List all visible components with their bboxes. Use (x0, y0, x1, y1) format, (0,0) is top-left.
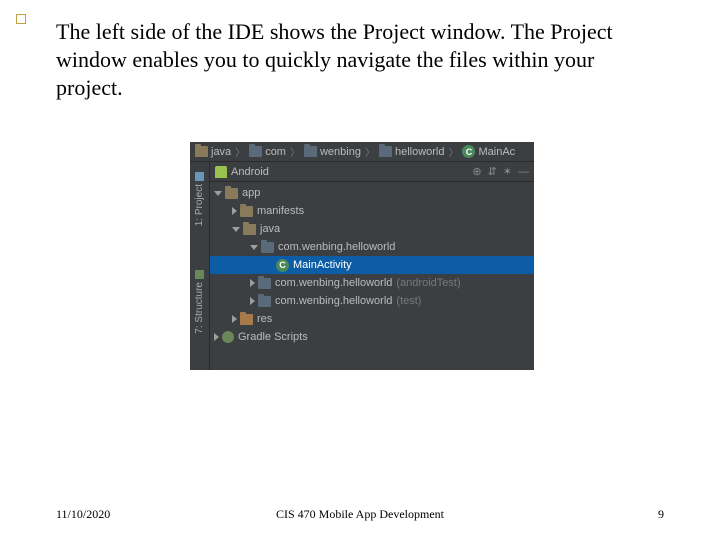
breadcrumb-item[interactable]: helloworld (377, 146, 447, 158)
tree-node-package[interactable]: com.wenbing.helloworld (androidTest) (210, 274, 534, 292)
tree-label: Gradle Scripts (238, 331, 308, 343)
tree-label: com.wenbing.helloworld (275, 277, 392, 289)
tree-label: app (242, 187, 260, 199)
slide-footer: 11/10/2020 CIS 470 Mobile App Developmen… (56, 507, 664, 522)
tree-node-mainactivity[interactable]: C MainActivity (210, 256, 534, 274)
folder-icon (240, 206, 253, 217)
tool-window-strip: 1: Project 7: Structure (190, 162, 210, 370)
accent-square (16, 14, 26, 24)
package-icon (258, 278, 271, 289)
collapse-icon[interactable]: ⇵ (488, 165, 497, 178)
tree-label-suffix: (androidTest) (396, 277, 460, 289)
tree-label: com.wenbing.helloworld (275, 295, 392, 307)
panel-view-selector[interactable]: Android (231, 166, 269, 178)
breadcrumb-label: java (211, 146, 231, 158)
tool-tab-structure[interactable]: 7: Structure (194, 270, 205, 334)
breadcrumb-label: com (265, 146, 286, 158)
expand-icon[interactable] (250, 245, 258, 250)
breadcrumb-item[interactable]: wenbing (302, 146, 363, 158)
tree-node-manifests[interactable]: manifests (210, 202, 534, 220)
chevron-right-icon: 〉 (290, 144, 300, 159)
module-icon (225, 188, 238, 199)
tree-label: MainActivity (293, 259, 352, 271)
hide-icon[interactable]: — (518, 166, 529, 178)
breadcrumb-label: wenbing (320, 146, 361, 158)
expand-icon[interactable] (214, 333, 219, 341)
folder-icon (195, 146, 208, 157)
chevron-right-icon: 〉 (448, 144, 458, 159)
tree-label-suffix: (test) (396, 295, 421, 307)
target-icon[interactable]: ⊕ (472, 165, 481, 178)
tree-label: manifests (257, 205, 304, 217)
package-icon (258, 296, 271, 307)
tool-tab-project[interactable]: 1: Project (194, 172, 205, 226)
chevron-right-icon: 〉 (365, 144, 375, 159)
tree-node-app[interactable]: app (210, 184, 534, 202)
tool-tab-label: 1: Project (194, 184, 205, 226)
package-icon (261, 242, 274, 253)
expand-icon[interactable] (250, 297, 255, 305)
tool-tab-label: 7: Structure (194, 282, 205, 334)
tree-node-res[interactable]: res (210, 310, 534, 328)
breadcrumb-item[interactable]: com (247, 146, 288, 158)
tree-node-java[interactable]: java (210, 220, 534, 238)
breadcrumb-item[interactable]: CMainAc (460, 145, 517, 158)
breadcrumb-label: helloworld (395, 146, 445, 158)
project-tree: app manifests java com.wenbing.helloworl… (210, 182, 534, 370)
tree-label: com.wenbing.helloworld (278, 241, 395, 253)
gradle-icon (222, 331, 234, 343)
folder-icon (243, 224, 256, 235)
gear-icon[interactable]: ✶ (503, 165, 512, 178)
expand-icon[interactable] (214, 191, 222, 196)
project-panel-header: Android ⊕ ⇵ ✶ — (210, 162, 534, 182)
class-icon: C (276, 259, 289, 272)
folder-icon (249, 146, 262, 157)
chevron-right-icon: 〉 (235, 144, 245, 159)
ide-screenshot: java 〉 com 〉 wenbing 〉 helloworld 〉 CMai… (190, 142, 534, 370)
expand-icon[interactable] (232, 227, 240, 232)
breadcrumb-item[interactable]: java (193, 146, 233, 158)
class-icon: C (462, 145, 475, 158)
folder-icon (304, 146, 317, 157)
tree-label: java (260, 223, 280, 235)
tree-node-package[interactable]: com.wenbing.helloworld (test) (210, 292, 534, 310)
expand-icon[interactable] (250, 279, 255, 287)
breadcrumb-label: MainAc (478, 146, 515, 158)
android-icon (215, 166, 227, 178)
project-icon (195, 172, 204, 181)
folder-icon (379, 146, 392, 157)
tree-node-package[interactable]: com.wenbing.helloworld (210, 238, 534, 256)
tree-label: res (257, 313, 272, 325)
footer-title: CIS 470 Mobile App Development (56, 507, 664, 522)
res-folder-icon (240, 314, 253, 325)
expand-icon[interactable] (232, 315, 237, 323)
project-panel: Android ⊕ ⇵ ✶ — app manifest (210, 162, 534, 370)
slide-body-text: The left side of the IDE shows the Proje… (56, 18, 664, 102)
breadcrumb-bar: java 〉 com 〉 wenbing 〉 helloworld 〉 CMai… (190, 142, 534, 162)
expand-icon[interactable] (232, 207, 237, 215)
tree-node-gradle[interactable]: Gradle Scripts (210, 328, 534, 346)
structure-icon (195, 270, 204, 279)
